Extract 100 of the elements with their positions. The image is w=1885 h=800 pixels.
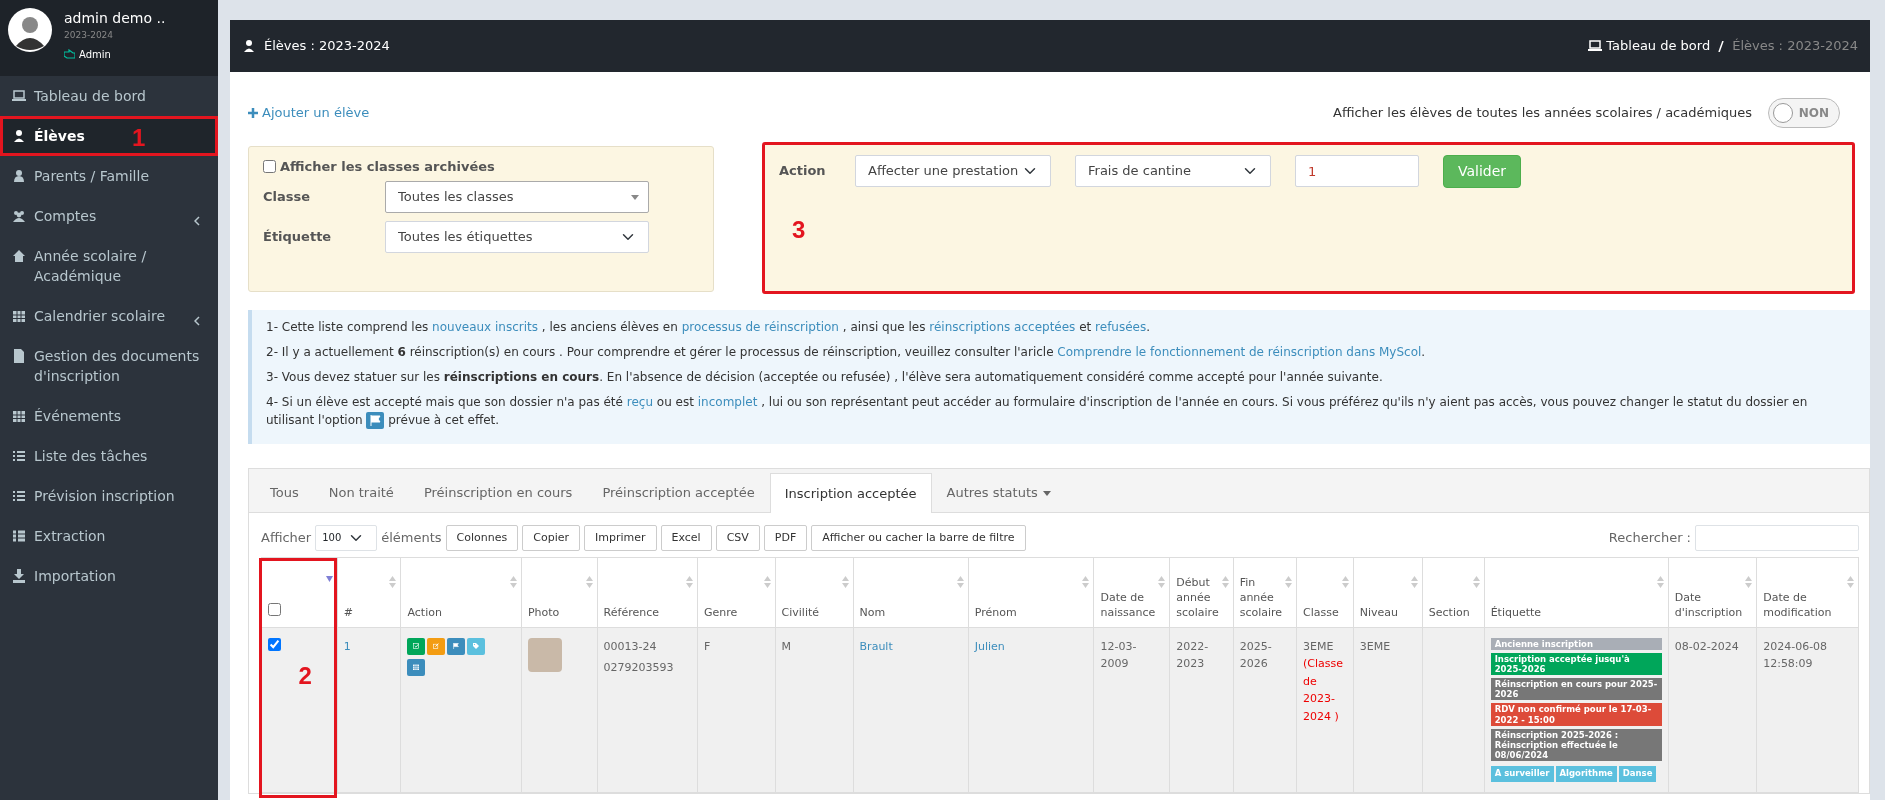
flag-icon[interactable] <box>453 641 460 652</box>
sidebar-item[interactable]: Prévision inscription <box>0 476 218 516</box>
sidebar-item[interactable]: Événements <box>0 396 218 436</box>
reference-text: 0279203593 <box>603 660 675 677</box>
sidebar-item[interactable]: Tableau de bord <box>0 76 218 116</box>
page-size-select[interactable]: 100 <box>315 524 378 551</box>
toolbar-button[interactable]: Afficher ou cacher la barre de filtre <box>811 524 1026 551</box>
table-cell: 1 <box>337 627 401 793</box>
table-cell: 2022-2023 <box>1169 627 1234 793</box>
column-header[interactable]: Date d'inscription <box>1668 557 1757 628</box>
sidebar-item[interactable]: Importation <box>0 556 218 596</box>
column-header[interactable]: Nom <box>853 557 969 628</box>
checkbox-label: Afficher les classes archivées <box>280 158 495 176</box>
sidebar-item[interactable]: Liste des tâches <box>0 436 218 476</box>
list-icon <box>12 449 26 463</box>
dropdown-field[interactable]: Toutes les classes <box>385 180 649 213</box>
column-header[interactable]: Date de naissance <box>1094 557 1170 628</box>
column-header[interactable]: Photo <box>521 557 598 628</box>
toolbar-button[interactable]: Colonnes <box>445 524 519 551</box>
table-cell: 2025-2026 <box>1233 627 1297 793</box>
column-header[interactable]: Référence <box>597 557 698 628</box>
sidebar-item[interactable]: Gestion des documents d'inscription <box>0 336 218 396</box>
tag-icon[interactable] <box>473 641 480 652</box>
dropdown-caret-icon <box>631 194 639 200</box>
annotation-number: 3 <box>792 215 806 245</box>
breadcrumb-link[interactable]: Tableau de bord <box>1588 36 1711 56</box>
tab[interactable]: Autres statuts <box>931 473 1066 512</box>
dropdown-field[interactable]: Affecter une prestation <box>855 155 1051 187</box>
sidebar-item[interactable]: Comptes <box>0 196 218 236</box>
tag-label: Ancienne inscription <box>1490 637 1662 650</box>
hand-pointing-icon <box>64 49 75 59</box>
avatar-icon <box>8 8 52 52</box>
select-all-checkbox[interactable] <box>268 602 281 616</box>
dropdown-field[interactable]: Toutes les étiquettes <box>385 220 649 253</box>
row-checkbox[interactable] <box>268 637 281 651</box>
calendar-icon <box>12 409 26 423</box>
sidebar-item[interactable]: Calendrier scolaire <box>0 296 218 336</box>
table-icon <box>12 529 26 543</box>
info-paragraph: 1- Cette liste comprend les nouveaux inscrits , les anciens élèves en processus de réinscription , ainsi que les réinscriptions acceptées et refusées. <box>266 319 1152 336</box>
column-header[interactable]: Action <box>401 557 522 628</box>
column-header[interactable]: Fin année scolaire <box>1233 557 1297 628</box>
annotation-number: 2 <box>298 660 312 691</box>
column-header[interactable]: # <box>337 557 401 628</box>
info-paragraph: 3- Vous devez statuer sur les réinscriptions en cours. En l'absence de décision (acceptée ou refusée) , l'élève sera automatiquement considéré comme accepté pour l'année suivante. <box>266 369 1384 386</box>
toolbar-button[interactable]: Copier <box>522 524 580 551</box>
table-cell: M <box>775 627 854 793</box>
search-label: Rechercher : <box>1608 529 1691 547</box>
sidebar-item[interactable]: Extraction <box>0 516 218 556</box>
tab[interactable]: Tous <box>255 473 314 512</box>
page-title: Élèves : 2023-2024 <box>264 37 390 56</box>
toolbar-button[interactable]: Imprimer <box>584 524 657 551</box>
column-header[interactable]: Étiquette <box>1484 557 1669 628</box>
column-header[interactable]: Civilité <box>775 557 854 628</box>
column-header[interactable]: Niveau <box>1353 557 1423 628</box>
person-icon <box>12 169 26 183</box>
search-field[interactable] <box>1695 524 1859 551</box>
toolbar-button[interactable]: CSV <box>715 524 760 551</box>
column-header[interactable]: Date de modification <box>1756 557 1859 628</box>
edit-icon[interactable] <box>433 641 440 652</box>
dropdown-field[interactable]: Frais de cantine <box>1075 155 1271 187</box>
column-header[interactable]: Début année scolaire <box>1169 557 1234 628</box>
tab[interactable]: Non traité <box>313 473 409 512</box>
calendar-icon[interactable] <box>413 662 420 673</box>
student-icon <box>242 39 256 53</box>
flag-icon <box>369 415 381 426</box>
table-cell: 2024-06-08 12:58:09 <box>1756 627 1859 793</box>
show-label: Afficher <box>261 529 312 547</box>
breadcrumb-separator-icon <box>1718 40 1725 52</box>
tab[interactable]: Inscription acceptée <box>769 473 932 513</box>
column-header[interactable]: Genre <box>697 557 776 628</box>
photo-placeholder <box>527 637 562 672</box>
tab[interactable]: Préinscription acceptée <box>587 473 770 512</box>
column-header[interactable]: Section <box>1422 557 1485 628</box>
add-student-link[interactable]: Ajouter un élève <box>248 103 370 123</box>
check-icon[interactable] <box>413 641 420 652</box>
user-name: admin demo .. <box>64 9 166 28</box>
tag-label: Algorithme <box>1555 766 1617 782</box>
toolbar-button[interactable]: PDF <box>763 524 808 551</box>
toggle-label: Afficher les élèves de toutes les années scolaires / académiques <box>1333 104 1752 123</box>
tag-label: Réinscription en cours pour 2025-2026 <box>1490 678 1662 701</box>
user-role: Admin <box>79 47 111 62</box>
column-header[interactable]: Prénom <box>968 557 1094 628</box>
plus-icon <box>248 108 258 118</box>
annotation-number: 1 <box>132 123 146 153</box>
reference-text: 00013-24 <box>603 638 658 655</box>
field-label: Classe <box>263 187 312 206</box>
flag-button[interactable] <box>366 412 385 429</box>
sidebar-item[interactable]: Parents / Famille <box>0 156 218 196</box>
tag-label: RDV non confirmé pour le 17-03-2022 - 15:00 <box>1490 703 1662 726</box>
toolbar-button[interactable]: Excel <box>660 524 712 551</box>
quantity-field[interactable]: 1 <box>1295 155 1419 187</box>
school-year: 2023-2024 <box>64 29 115 42</box>
sidebar-item[interactable]: Année scolaire / Académique <box>0 236 218 296</box>
download-icon <box>12 569 26 583</box>
archived-checkbox[interactable] <box>263 160 276 174</box>
class-note: (Classe de 2023-2024 ) <box>1303 656 1345 725</box>
info-paragraph: 4- Si un élève est accepté mais que son dossier n'a pas été reçu ou est incomplet , lui ou son représentant peut accéder au formulaire d'inscription de l'année en cours. Si vous préférez qu'ils n'y aient pas accès, vous pouvez changer le statut du dossier en utilisant l'option prévue à cet effet. <box>266 394 1809 429</box>
table-cell: 3EME <box>1353 627 1423 793</box>
tab[interactable]: Préinscription en cours <box>408 473 588 512</box>
column-header[interactable]: Classe <box>1296 557 1354 628</box>
